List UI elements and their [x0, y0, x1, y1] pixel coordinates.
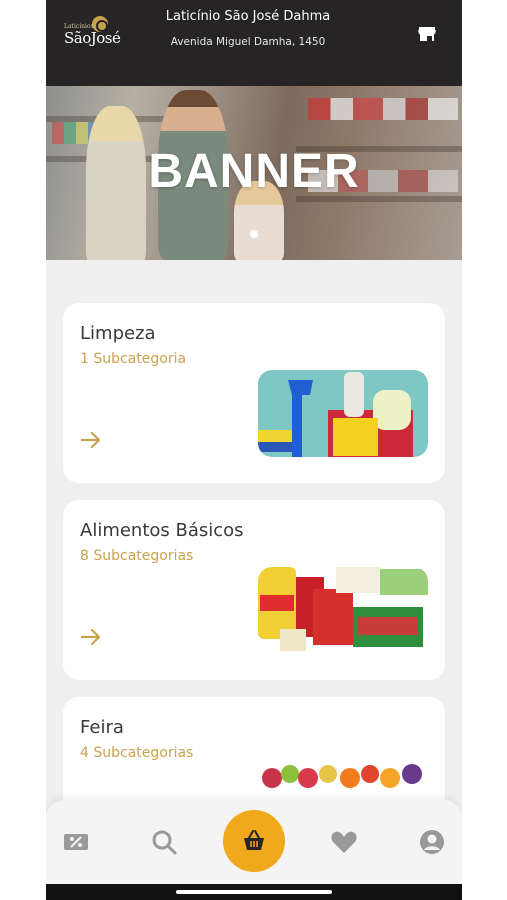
store-icon[interactable]	[418, 26, 436, 42]
home-indicator[interactable]	[176, 890, 332, 894]
category-image	[258, 567, 428, 654]
category-image	[258, 370, 428, 457]
category-card-limpeza[interactable]: Limpeza 1 Subcategoria	[63, 303, 445, 483]
basket-icon	[244, 830, 264, 850]
category-card-alimentos-basicos[interactable]: Alimentos Básicos 8 Subcategorias	[63, 500, 445, 680]
heart-icon[interactable]	[330, 828, 358, 856]
promo-banner[interactable]: BANNER	[46, 86, 462, 260]
app-screen: Laticínios SãoJosé Laticínio São José Da…	[46, 0, 462, 900]
category-title: Feira	[80, 717, 124, 738]
category-subtitle: 4 Subcategorias	[80, 745, 194, 761]
arrow-right-icon[interactable]	[80, 628, 102, 646]
category-subtitle: 1 Subcategoria	[80, 351, 187, 367]
category-title: Alimentos Básicos	[80, 520, 244, 541]
category-title: Limpeza	[80, 323, 156, 344]
search-icon[interactable]	[150, 828, 178, 856]
carousel-indicator[interactable]	[250, 230, 258, 238]
brand-logo: Laticínios SãoJosé	[62, 16, 121, 52]
store-address: Avenida Miguel Damha, 1450	[170, 36, 326, 48]
user-icon[interactable]	[418, 828, 446, 856]
banner-title: BANNER	[148, 145, 360, 198]
discount-icon[interactable]	[62, 828, 90, 856]
category-subtitle: 8 Subcategorias	[80, 548, 194, 564]
app-header: Laticínios SãoJosé Laticínio São José Da…	[46, 0, 462, 86]
bottom-nav	[46, 800, 462, 884]
banner-goods	[308, 98, 458, 120]
store-name: Laticínio São José Dahma	[165, 9, 331, 24]
basket-button[interactable]	[223, 810, 285, 872]
home-indicator-bar	[46, 884, 462, 900]
logo-big-text: SãoJosé	[64, 29, 121, 47]
arrow-right-icon[interactable]	[80, 431, 102, 449]
